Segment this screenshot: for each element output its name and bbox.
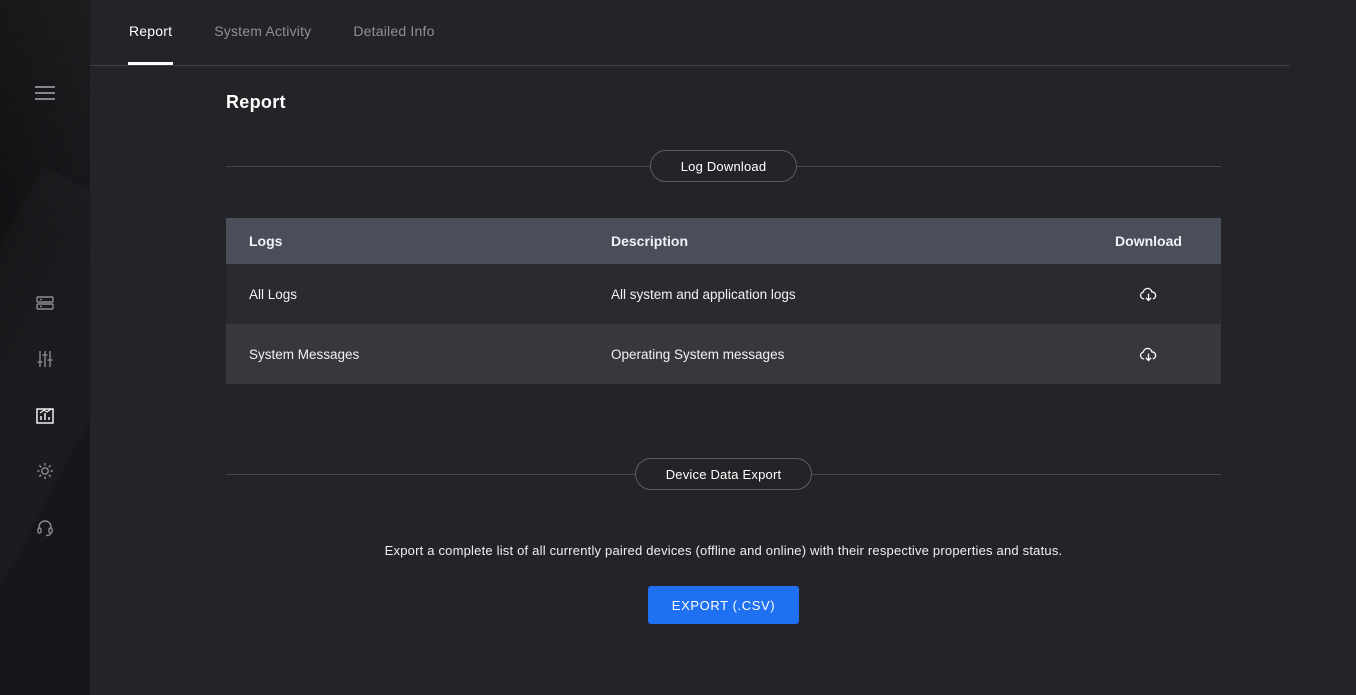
log-name: System Messages: [226, 347, 588, 362]
logs-table: Logs Description Download All Logs All s…: [226, 218, 1221, 384]
tab-bar: Report System Activity Detailed Info: [90, 0, 1290, 66]
table-row: System Messages Operating System message…: [226, 324, 1221, 384]
table-row: All Logs All system and application logs: [226, 264, 1221, 324]
page-title: Report: [226, 92, 1221, 113]
header-logs: Logs: [226, 233, 588, 249]
app-root: Report System Activity Detailed Info Rep…: [0, 0, 1356, 695]
device-data-export-divider: Device Data Export: [226, 457, 1221, 491]
header-description: Description: [588, 233, 1076, 249]
log-name: All Logs: [226, 287, 588, 302]
export-description: Export a complete list of all currently …: [226, 543, 1221, 558]
logs-table-header: Logs Description Download: [226, 218, 1221, 264]
header-download: Download: [1076, 233, 1221, 249]
export-csv-button[interactable]: EXPORT (.CSV): [648, 586, 799, 624]
tab-system-activity[interactable]: System Activity: [213, 0, 312, 65]
log-description: Operating System messages: [588, 347, 1076, 362]
cloud-download-icon[interactable]: [1134, 339, 1164, 369]
sidebar-nav: [0, 291, 90, 539]
log-description: All system and application logs: [588, 287, 1076, 302]
log-download-section-button[interactable]: Log Download: [650, 150, 798, 182]
device-data-export-section-button[interactable]: Device Data Export: [635, 458, 813, 490]
tab-detailed-info[interactable]: Detailed Info: [352, 0, 435, 65]
sliders-icon[interactable]: [33, 347, 57, 371]
reports-chart-icon[interactable]: [33, 403, 57, 427]
content-area: Report Log Download Logs Description Dow…: [90, 66, 1356, 624]
gear-icon[interactable]: [33, 459, 57, 483]
log-download-divider: Log Download: [226, 149, 1221, 183]
devices-icon[interactable]: [33, 291, 57, 315]
export-button-row: EXPORT (.CSV): [226, 586, 1221, 624]
tab-report[interactable]: Report: [128, 0, 173, 65]
sidebar: [0, 0, 90, 695]
menu-icon[interactable]: [0, 80, 90, 106]
main-area: Report System Activity Detailed Info Rep…: [90, 0, 1356, 695]
support-headset-icon[interactable]: [33, 515, 57, 539]
cloud-download-icon[interactable]: [1134, 279, 1164, 309]
